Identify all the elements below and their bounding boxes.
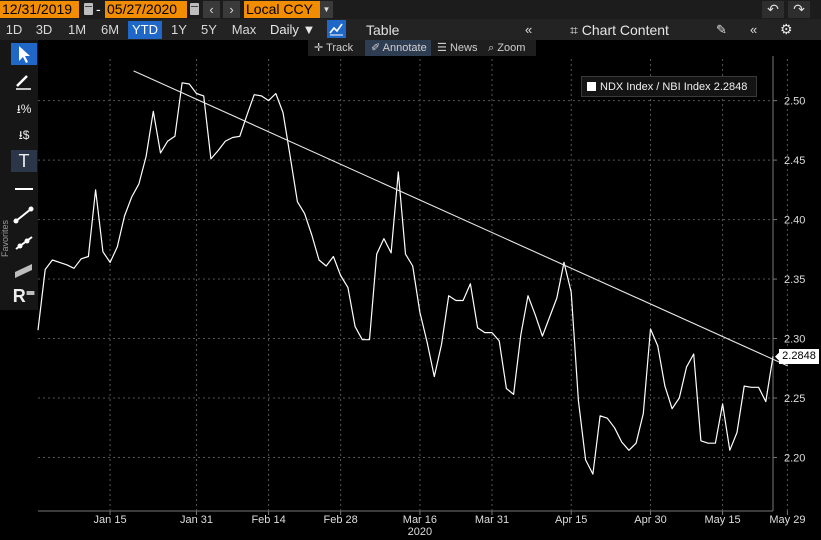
x-tick-label: Mar 16 [403,514,437,526]
redo-icon[interactable]: ↷ [788,1,810,18]
y-tick-label: 2.30 [784,334,805,346]
ray-line-icon[interactable] [11,232,37,254]
legend-label: NDX Index / NBI Index 2.2848 [600,81,748,93]
x-tick-label: May 29 [769,514,805,526]
y-tick-label: 2.45 [784,155,805,167]
favorites-tab[interactable]: Favorites [0,208,10,268]
zoom-label: Zoom [497,42,526,54]
date-separator: - [96,1,101,17]
chart-grid [38,56,788,515]
dollar-measure-icon[interactable]: ⭳$ [11,124,37,146]
range-1d[interactable]: 1D [2,21,26,39]
undo-icon[interactable]: ↶ [762,1,784,18]
pencil-icon[interactable] [11,70,37,92]
drawing-tools-panel: Favorites ⭳% ⭳$ T R⁼ [0,40,38,310]
table-button[interactable]: Table [366,21,399,39]
range-5y[interactable]: 5Y [198,21,220,39]
plot-area [37,70,788,475]
annotation-toolbar: ✛ Track ✐ Annotate ☰ News ⌕ Zoom [308,40,536,56]
calendar-icon[interactable] [190,3,199,15]
ratio-series-line [37,82,774,475]
chart-content-label: Chart Content [581,22,669,38]
x-tick-label: Feb 14 [251,514,285,526]
chart-content-button[interactable]: ⌗ Chart Content [570,21,669,39]
end-date-field[interactable]: 05/27/2020 [105,1,187,18]
trend-line-icon[interactable] [11,204,37,226]
percent-measure-icon[interactable]: ⭳% [11,98,37,120]
x-year-label: 2020 [408,526,432,538]
calendar-icon[interactable] [84,3,93,15]
text-tool-icon[interactable]: T [11,150,37,172]
regression-icon[interactable]: R⁼ [11,285,37,307]
chart-content-icon: ⌗ [570,22,578,38]
y-tick-label: 2.40 [784,215,805,227]
y-tick-label: 2.25 [784,393,805,405]
x-tick-label: Feb 28 [324,514,358,526]
start-date-field[interactable]: 12/31/2019 [0,1,79,18]
annotate-button[interactable]: ✐ Annotate [365,40,431,56]
x-tick-label: Mar 31 [475,514,509,526]
news-button[interactable]: ☰ News [437,40,477,56]
collapse-left-button[interactable]: « [525,21,532,39]
edit-icon[interactable]: ✎ [716,21,727,39]
pencil-icon: ✐ [371,42,381,54]
line-chart-icon[interactable] [327,20,346,38]
y-tick-label: 2.35 [784,274,805,286]
crosshair-icon: ✛ [314,42,324,54]
y-tick-label: 2.50 [784,96,805,108]
chart-legend[interactable]: NDX Index / NBI Index 2.2848 [581,76,757,97]
annotate-label: Annotate [382,42,427,54]
y-tick-label: 2.20 [784,452,805,464]
frequency-arrow: ▼ [302,22,316,37]
date-toolbar: 12/31/2019 - 05/27/2020 ‹ › Local CCY ▼ … [0,0,821,19]
frequency-dropdown[interactable]: Daily ▼ [270,21,315,39]
x-tick-label: Jan 31 [180,514,213,526]
range-1m[interactable]: 1M [64,21,90,39]
x-tick-label: Apr 30 [634,514,666,526]
dropdown-arrow-icon[interactable]: ▼ [320,1,333,18]
chevron-right-icon[interactable]: › [223,1,240,18]
range-toolbar: 1D 3D 1M 6M YTD 1Y 5Y Max Daily ▼ [0,19,821,40]
x-tick-label: Jan 15 [94,514,127,526]
range-ytd[interactable]: YTD [128,21,162,39]
last-value-label: 2.2848 [779,349,819,365]
news-icon: ☰ [437,42,447,54]
track-button[interactable]: ✛ Track [314,40,353,56]
trend-line [133,70,788,367]
zoom-button[interactable]: ⌕ Zoom [488,40,525,56]
legend-swatch [587,82,596,91]
gear-icon[interactable]: ⚙ [780,20,793,38]
track-label: Track [326,42,354,54]
horizontal-line-icon[interactable] [11,178,37,200]
x-tick-label: Apr 15 [555,514,587,526]
cursor-arrow-icon[interactable] [11,43,37,65]
range-6m[interactable]: 6M [97,21,123,39]
range-1y[interactable]: 1Y [168,21,190,39]
expand-panel-button[interactable]: « [750,21,757,39]
channel-icon[interactable] [11,258,37,280]
zoom-icon: ⌕ [488,42,495,54]
range-3d[interactable]: 3D [32,21,56,39]
currency-field[interactable]: Local CCY [244,1,320,18]
news-label: News [449,42,478,54]
frequency-label: Daily [270,22,299,37]
chevron-left-icon[interactable]: ‹ [203,1,220,18]
range-max[interactable]: Max [229,21,259,39]
x-axis-labels: Jan 15 Jan 31 Feb 14 Feb 28 Mar 16 Mar 31 Apr … [94,514,806,538]
x-tick-label: May 15 [705,514,741,526]
